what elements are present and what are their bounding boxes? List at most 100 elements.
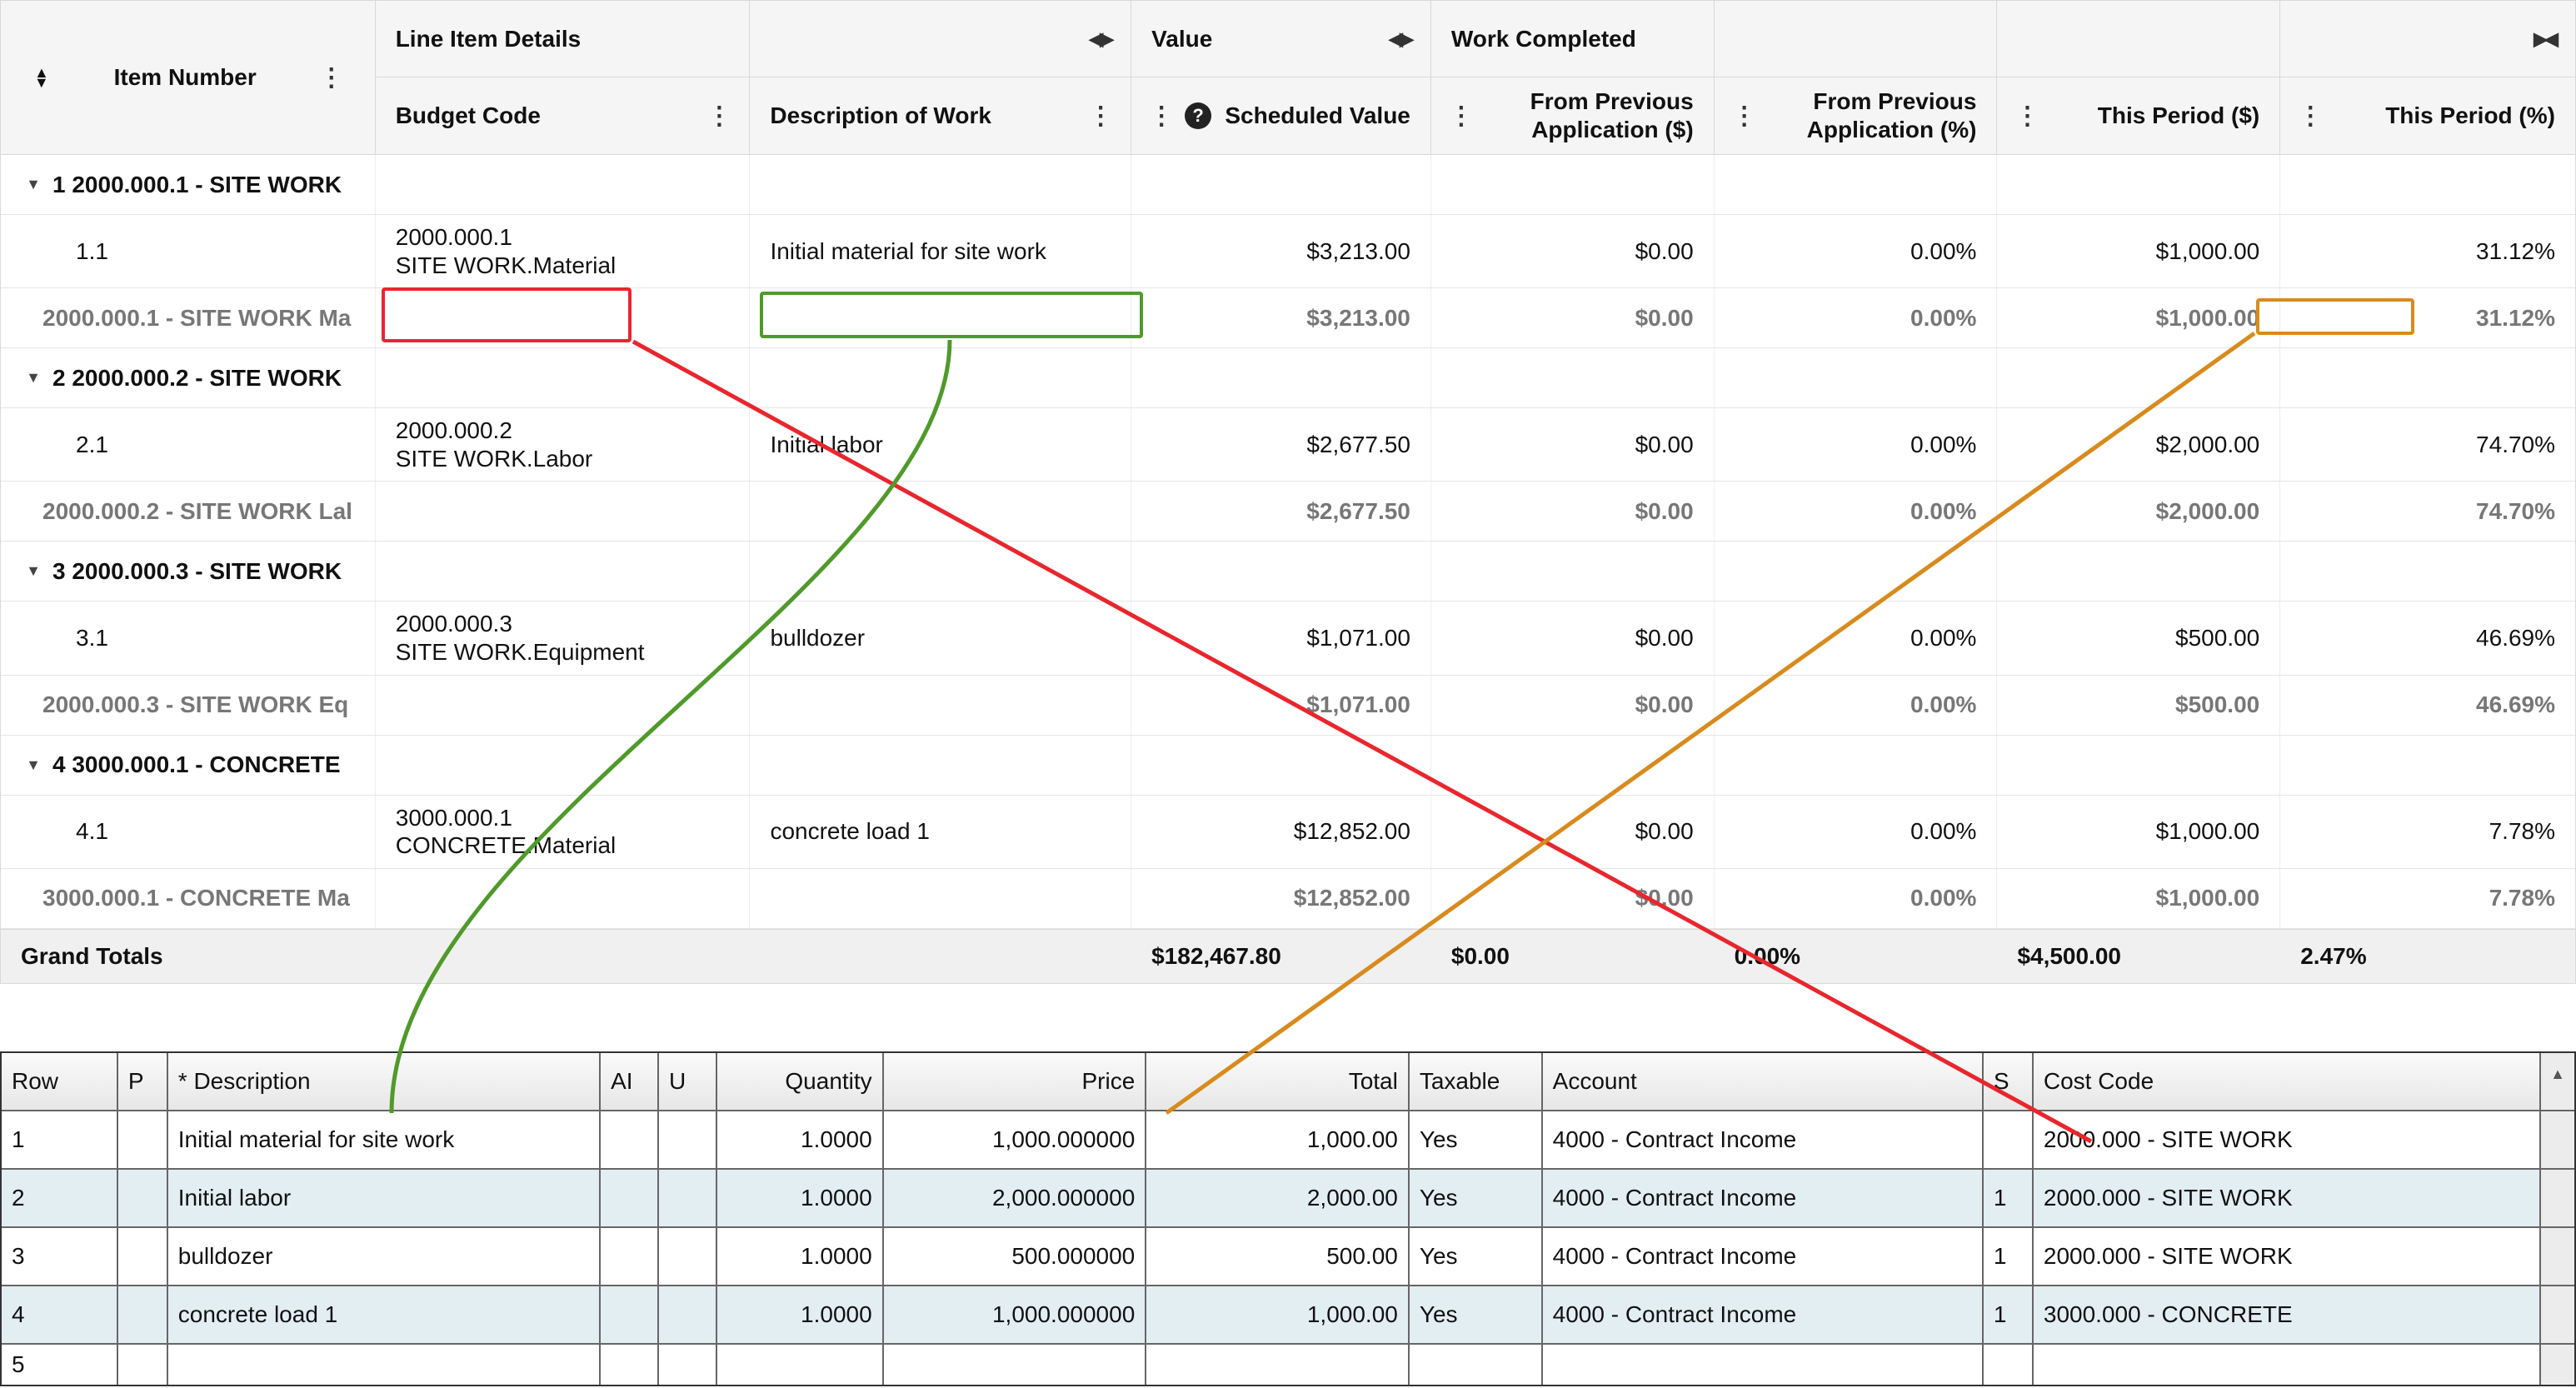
bcol-price-label[interactable]: Price bbox=[884, 1053, 1147, 1110]
bcol-desc-label[interactable]: * Description bbox=[168, 1053, 601, 1110]
scroll-track[interactable] bbox=[2541, 1228, 2574, 1285]
cost-code-cell[interactable]: 2000.000 - SITE WORK bbox=[2034, 1111, 2541, 1168]
top-grid-body: 1 2000.000.1 - SITE WORK1.12000.000.1SIT… bbox=[1, 155, 2575, 929]
line-item-row[interactable]: 2.12000.000.2SITE WORK.LaborInitial labo… bbox=[1, 408, 2575, 482]
bottom-grid-body: 1Initial material for site work1.00001,0… bbox=[2, 1111, 2574, 1385]
chevron-down-icon[interactable] bbox=[21, 176, 46, 193]
p-cell[interactable] bbox=[118, 1228, 168, 1285]
col-prev-app-amount-menu[interactable] bbox=[1451, 102, 1471, 131]
expand-all-icon[interactable] bbox=[34, 69, 49, 87]
col-this-period-amount-menu[interactable] bbox=[2017, 102, 2037, 131]
cost-code-cell[interactable]: 3000.000 - CONCRETE bbox=[2034, 1286, 2541, 1343]
account-cell[interactable]: 4000 - Contract Income bbox=[1543, 1228, 1984, 1285]
taxable-cell[interactable]: Yes bbox=[1410, 1286, 1543, 1343]
scroll-track[interactable] bbox=[2541, 1111, 2574, 1168]
line-item-row[interactable]: 3.12000.000.3SITE WORK.Equipmentbulldoze… bbox=[1, 602, 2575, 675]
bcol-account-label[interactable]: Account bbox=[1543, 1053, 1984, 1110]
quantity-cell[interactable]: 1.0000 bbox=[717, 1111, 884, 1168]
description-cell[interactable]: Initial material for site work bbox=[168, 1111, 601, 1168]
group-value-collapse-icon[interactable] bbox=[1389, 28, 1410, 50]
cost-code-cell[interactable]: 2000.000 - SITE WORK bbox=[2034, 1170, 2541, 1226]
group-line-item-details-collapse-icon[interactable] bbox=[1089, 28, 1111, 50]
quantity-cell[interactable]: 1.0000 bbox=[717, 1170, 884, 1226]
subtotal-label: 2000.000.1 - SITE WORK Ma bbox=[1, 288, 376, 347]
bcol-p-label[interactable]: P bbox=[118, 1053, 168, 1110]
u-cell[interactable] bbox=[659, 1286, 717, 1343]
p-cell[interactable] bbox=[118, 1170, 168, 1226]
scroll-up-button[interactable] bbox=[2541, 1053, 2574, 1110]
chevron-down-icon[interactable] bbox=[21, 756, 46, 774]
scheduled-value: $2,677.50 bbox=[1131, 408, 1431, 481]
this-period-percent: 46.69% bbox=[2280, 602, 2575, 674]
ai-cell[interactable] bbox=[601, 1228, 659, 1285]
detail-row[interactable]: 3bulldozer1.0000500.000000500.00Yes4000 … bbox=[2, 1228, 2574, 1286]
col-budget-code-menu[interactable] bbox=[709, 102, 729, 131]
group-row[interactable]: 2 2000.000.2 - SITE WORK bbox=[1, 348, 2575, 408]
chevron-down-icon[interactable] bbox=[21, 369, 46, 387]
price-cell[interactable]: 1,000.000000 bbox=[884, 1111, 1147, 1168]
this-period-amount[interactable]: $1,000.00 bbox=[1997, 796, 2280, 868]
bcol-qty-label[interactable]: Quantity bbox=[717, 1053, 884, 1110]
p-cell[interactable] bbox=[118, 1286, 168, 1343]
col-scheduled-value-menu[interactable] bbox=[1151, 102, 1171, 131]
scroll-track[interactable] bbox=[2541, 1286, 2574, 1343]
bcol-total-label[interactable]: Total bbox=[1146, 1053, 1410, 1110]
u-cell[interactable] bbox=[659, 1111, 717, 1168]
bcol-u-label[interactable]: U bbox=[659, 1053, 717, 1110]
description-cell[interactable]: bulldozer bbox=[168, 1228, 601, 1285]
description-cell[interactable]: Initial labor bbox=[168, 1170, 601, 1226]
bcol-s-label[interactable]: S bbox=[1984, 1053, 2034, 1110]
help-icon[interactable]: ? bbox=[1185, 102, 1211, 129]
taxable-cell[interactable]: Yes bbox=[1410, 1170, 1543, 1226]
account-cell[interactable]: 4000 - Contract Income bbox=[1543, 1170, 1984, 1226]
col-item-number-menu[interactable] bbox=[322, 63, 342, 92]
col-prev-app-percent-menu[interactable] bbox=[1735, 102, 1755, 131]
detail-row[interactable]: 4concrete load 11.00001,000.0000001,000.… bbox=[2, 1286, 2574, 1345]
taxable-cell[interactable]: Yes bbox=[1410, 1111, 1543, 1168]
ai-cell[interactable] bbox=[601, 1170, 659, 1226]
bcol-tax-label[interactable]: Taxable bbox=[1410, 1053, 1543, 1110]
quantity-cell[interactable]: 1.0000 bbox=[717, 1228, 884, 1285]
scroll-track[interactable] bbox=[2541, 1170, 2574, 1226]
taxable-cell[interactable]: Yes bbox=[1410, 1228, 1543, 1285]
col-this-period-percent: This Period (%) bbox=[2280, 1, 2575, 154]
this-period-amount[interactable]: $2,000.00 bbox=[1997, 408, 2280, 481]
group-row[interactable]: 4 3000.000.1 - CONCRETE bbox=[1, 736, 2575, 796]
chevron-down-icon[interactable] bbox=[21, 562, 46, 580]
group-row[interactable]: 3 2000.000.3 - SITE WORK bbox=[1, 542, 2575, 602]
s-cell[interactable]: 1 bbox=[1984, 1170, 2034, 1226]
line-item-row[interactable]: 4.13000.000.1CONCRETE.Materialconcrete l… bbox=[1, 796, 2575, 869]
account-cell[interactable]: 4000 - Contract Income bbox=[1543, 1111, 1984, 1168]
detail-row[interactable]: 2Initial labor1.00002,000.0000002,000.00… bbox=[2, 1170, 2574, 1228]
detail-row[interactable]: 1Initial material for site work1.00001,0… bbox=[2, 1111, 2574, 1170]
ai-cell[interactable] bbox=[601, 1286, 659, 1343]
bcol-row-label[interactable]: Row bbox=[2, 1053, 118, 1110]
p-cell[interactable] bbox=[118, 1111, 168, 1168]
u-cell[interactable] bbox=[659, 1170, 717, 1226]
price-cell[interactable]: 2,000.000000 bbox=[884, 1170, 1147, 1226]
price-cell[interactable]: 1,000.000000 bbox=[884, 1286, 1147, 1343]
price-cell[interactable]: 500.000000 bbox=[884, 1228, 1147, 1285]
ai-cell[interactable] bbox=[601, 1111, 659, 1168]
group-work-completed-collapse-icon[interactable] bbox=[2534, 28, 2555, 50]
subtotal-scheduled: $12,852.00 bbox=[1131, 869, 1431, 928]
description-cell[interactable]: concrete load 1 bbox=[168, 1286, 601, 1343]
account-cell[interactable]: 4000 - Contract Income bbox=[1543, 1286, 1984, 1343]
s-cell[interactable]: 1 bbox=[1984, 1286, 2034, 1343]
line-item-row[interactable]: 1.12000.000.1SITE WORK.MaterialInitial m… bbox=[1, 215, 2575, 288]
row-number: 4 bbox=[2, 1286, 118, 1343]
detail-row-empty[interactable]: 5 bbox=[2, 1345, 2574, 1385]
group-row[interactable]: 1 2000.000.1 - SITE WORK bbox=[1, 155, 2575, 215]
s-cell[interactable] bbox=[1984, 1111, 2034, 1168]
col-this-period-percent-menu[interactable] bbox=[2300, 102, 2320, 131]
u-cell[interactable] bbox=[659, 1228, 717, 1285]
grand-prev-amount: $0.00 bbox=[1431, 930, 1715, 983]
col-description-menu[interactable] bbox=[1091, 102, 1111, 131]
s-cell[interactable]: 1 bbox=[1984, 1228, 2034, 1285]
bcol-cost-label[interactable]: Cost Code bbox=[2034, 1053, 2541, 1110]
this-period-amount[interactable]: $1,000.00 bbox=[1997, 215, 2280, 287]
bcol-ai-label[interactable]: AI bbox=[601, 1053, 659, 1110]
cost-code-cell[interactable]: 2000.000 - SITE WORK bbox=[2034, 1228, 2541, 1285]
quantity-cell[interactable]: 1.0000 bbox=[717, 1286, 884, 1343]
this-period-amount[interactable]: $500.00 bbox=[1997, 602, 2280, 674]
